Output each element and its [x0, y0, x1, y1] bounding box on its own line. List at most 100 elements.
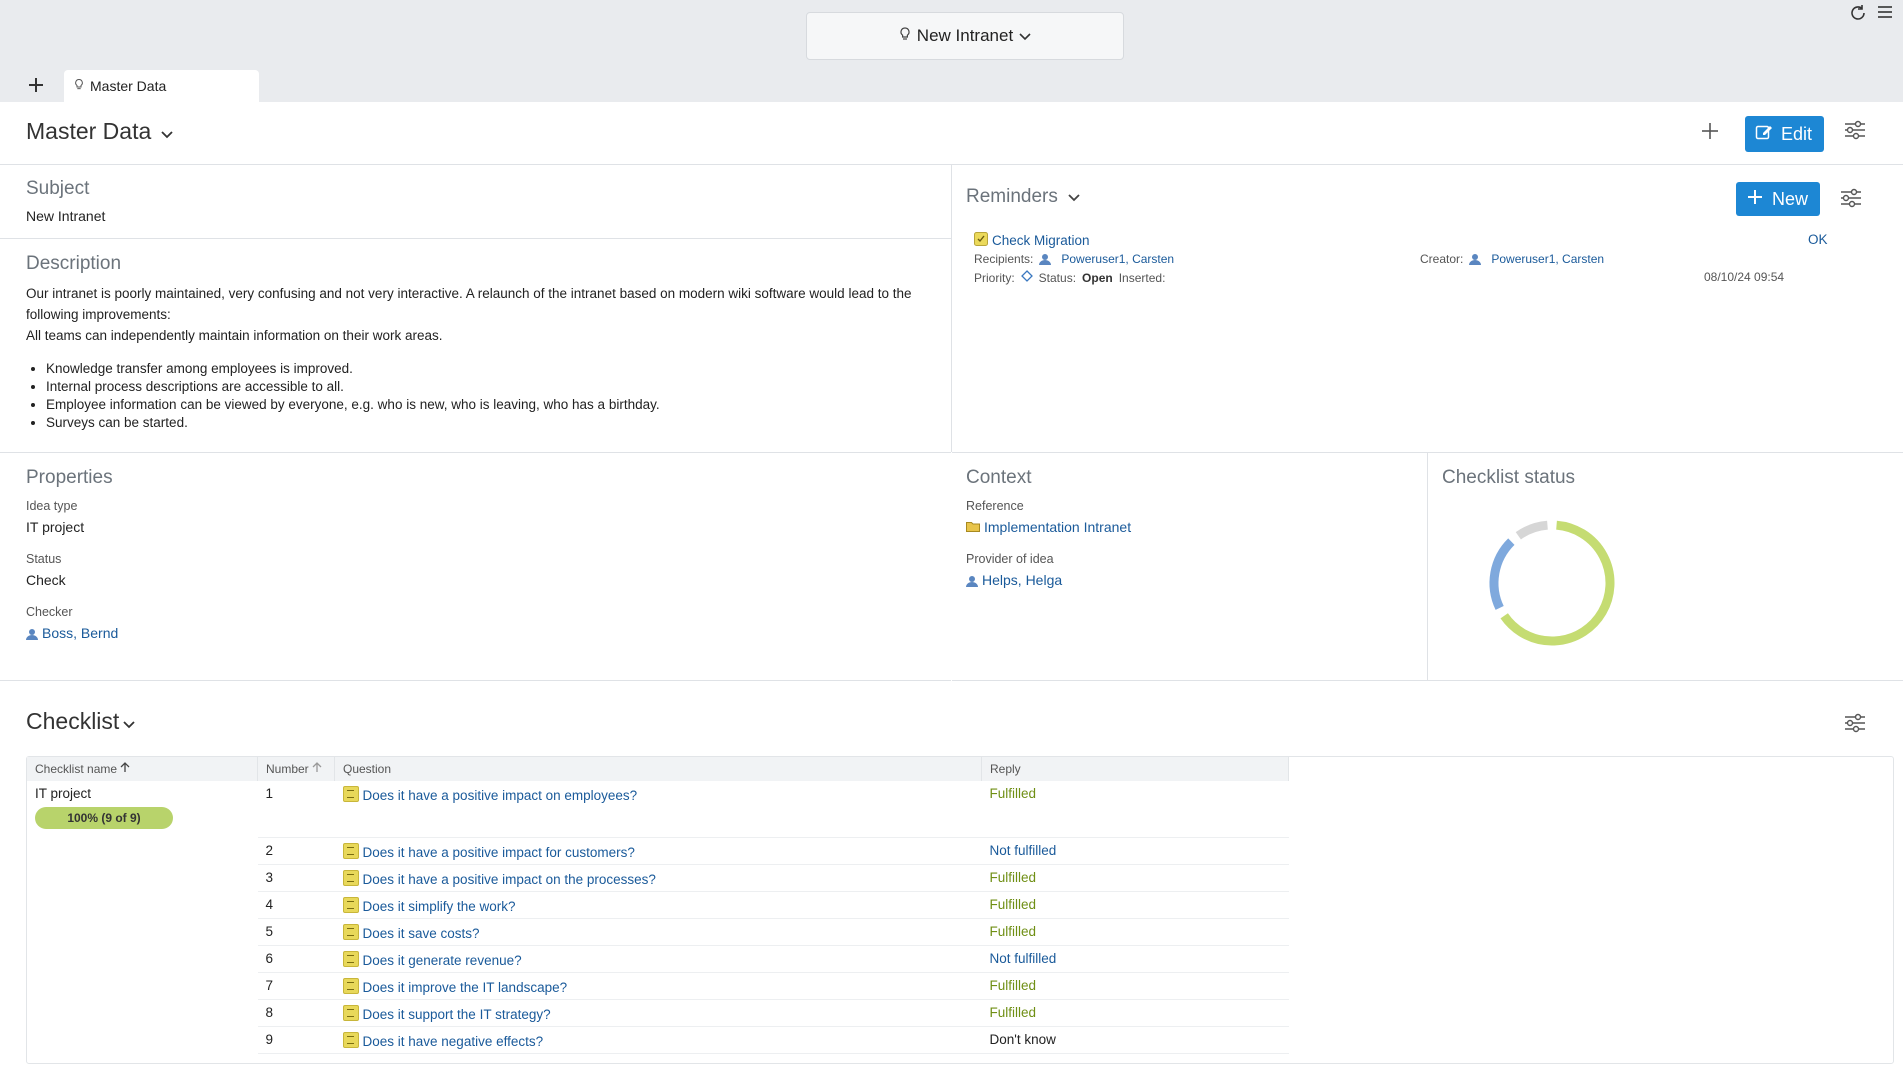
chevron-down-icon — [1019, 26, 1031, 46]
checklist-status-heading: Checklist status — [1442, 467, 1576, 488]
donut-segment-don-t-know[interactable] — [1515, 520, 1549, 540]
table-row[interactable]: IT project 100% (9 of 9) 1 Does it have … — [27, 781, 1289, 838]
tab-master-data[interactable]: Master Data — [64, 70, 259, 102]
provider-label: Provider of idea — [966, 552, 1054, 566]
number-cell: 5 — [257, 918, 335, 946]
context-heading: Context — [966, 467, 1032, 488]
question-link[interactable]: Does it have a positive impact for custo… — [363, 845, 635, 860]
subject-heading: Subject — [26, 178, 90, 199]
question-link[interactable]: Does it save costs? — [363, 926, 480, 941]
idea-type-value: IT project — [26, 519, 85, 535]
page-title-text: Master Data — [26, 118, 152, 144]
donut-segment-not-fulfilled[interactable] — [1489, 538, 1515, 610]
column-header-number[interactable]: Number — [257, 757, 335, 781]
inserted-label: Inserted: — [1118, 270, 1166, 285]
lightbulb-icon — [899, 26, 911, 46]
user-icon — [1469, 252, 1485, 266]
question-link[interactable]: Does it have a positive impact on the pr… — [363, 872, 656, 887]
user-icon — [966, 573, 982, 588]
new-reminder-button[interactable]: New — [1736, 182, 1820, 216]
status-value: Open — [1082, 270, 1113, 285]
question-link[interactable]: Does it improve the IT landscape? — [363, 980, 568, 995]
plus-icon — [1702, 123, 1718, 139]
column-header-reply[interactable]: Reply — [981, 757, 1289, 781]
creator-label: Creator: — [1420, 252, 1464, 266]
lightbulb-icon — [74, 78, 84, 94]
edit-button[interactable]: Edit — [1745, 116, 1824, 152]
tab-bar — [0, 70, 1903, 102]
chevron-down-icon — [123, 708, 135, 735]
column-header-label: Question — [343, 762, 392, 776]
number-cell: 8 — [257, 999, 335, 1027]
folder-icon — [966, 520, 980, 535]
question-link[interactable]: Does it have negative effects? — [363, 1034, 544, 1049]
reply-cell: Fulfilled — [981, 972, 1289, 1000]
checklist-question-icon — [342, 842, 359, 859]
provider-link[interactable]: Helps, Helga — [982, 572, 1062, 588]
question-cell: Does it save costs? — [334, 918, 982, 946]
page-title[interactable]: Master Data — [26, 118, 173, 145]
recipients-label: Recipients: — [974, 252, 1034, 266]
chevron-down-icon — [161, 118, 173, 145]
creator-link[interactable]: Poweruser1, Carsten — [1491, 252, 1604, 266]
checklist-question-icon — [342, 786, 359, 802]
menu-icon[interactable] — [1877, 4, 1893, 27]
status-label: Status — [26, 552, 62, 566]
reminder-ok-link[interactable]: OK — [1808, 232, 1828, 247]
workspace-title: New Intranet — [916, 26, 1014, 45]
checker-field: Boss, Bernd — [26, 625, 118, 641]
description-paragraph: All teams can independently maintain inf… — [26, 328, 443, 343]
checklist-progress-pill: 100% (9 of 9) — [35, 807, 173, 829]
refresh-icon[interactable] — [1849, 4, 1867, 27]
settings-sliders-icon[interactable] — [1844, 713, 1866, 736]
checklist-question-icon — [342, 950, 359, 967]
sort-up-icon — [120, 762, 130, 776]
reply-cell: Not fulfilled — [981, 945, 1289, 973]
plus-icon — [1746, 188, 1764, 211]
number-cell: 9 — [257, 1026, 335, 1054]
question-link[interactable]: Does it generate revenue? — [363, 953, 522, 968]
question-cell: Does it have negative effects? — [334, 1026, 982, 1054]
provider-field: Helps, Helga — [966, 572, 1062, 588]
column-header-checklist-name[interactable]: Checklist name — [27, 757, 258, 781]
number-cell: 2 — [257, 837, 335, 865]
sort-up-icon — [312, 762, 322, 776]
add-tab-button[interactable] — [26, 72, 46, 100]
reminder-icon — [974, 232, 988, 249]
checklist-question-icon — [342, 1031, 359, 1048]
checklist-question-icon — [342, 923, 359, 940]
checklist-status-donut[interactable] — [1482, 513, 1622, 653]
question-cell: Does it have a positive impact on employ… — [334, 781, 982, 838]
checker-link[interactable]: Boss, Bernd — [42, 625, 118, 641]
question-cell: Does it support the IT strategy? — [334, 999, 982, 1027]
question-cell: Does it simplify the work? — [334, 891, 982, 919]
column-header-question[interactable]: Question — [334, 757, 982, 781]
add-button[interactable] — [1700, 116, 1720, 148]
reference-link[interactable]: Implementation Intranet — [984, 519, 1131, 535]
checklist-question-icon — [342, 977, 359, 994]
checklist-header[interactable]: Checklist — [26, 708, 135, 735]
chevron-down-icon — [1068, 190, 1080, 205]
question-link[interactable]: Does it simplify the work? — [363, 899, 516, 914]
number-cell: 4 — [257, 891, 335, 919]
donut-segment-fulfilled[interactable] — [1500, 520, 1615, 646]
settings-sliders-icon[interactable] — [1840, 188, 1862, 211]
workspace-selector[interactable]: New Intranet — [806, 12, 1124, 60]
inserted-date: 08/10/24 09:54 — [1704, 270, 1785, 284]
properties-section: Properties Idea type IT project Status C… — [0, 453, 951, 681]
checklist-name: IT project — [35, 786, 92, 801]
status-label: Status: — [1038, 270, 1077, 285]
number-cell: 6 — [257, 945, 335, 973]
question-link[interactable]: Does it have a positive impact on employ… — [363, 788, 638, 803]
plus-icon — [29, 78, 43, 92]
priority-label: Priority: — [974, 270, 1015, 285]
question-link[interactable]: Does it support the IT strategy? — [363, 1007, 551, 1022]
recipient-link[interactable]: Poweruser1, Carsten — [1061, 252, 1174, 266]
status-value: Check — [26, 572, 66, 588]
column-header-label: Reply — [990, 762, 1021, 776]
reminder-title-link[interactable]: Check Migration — [992, 233, 1090, 248]
reply-cell: Fulfilled — [981, 999, 1289, 1027]
settings-sliders-icon[interactable] — [1844, 120, 1866, 143]
page-header: Master Data Edit — [0, 102, 1903, 165]
reminders-header[interactable]: Reminders — [966, 186, 1080, 208]
